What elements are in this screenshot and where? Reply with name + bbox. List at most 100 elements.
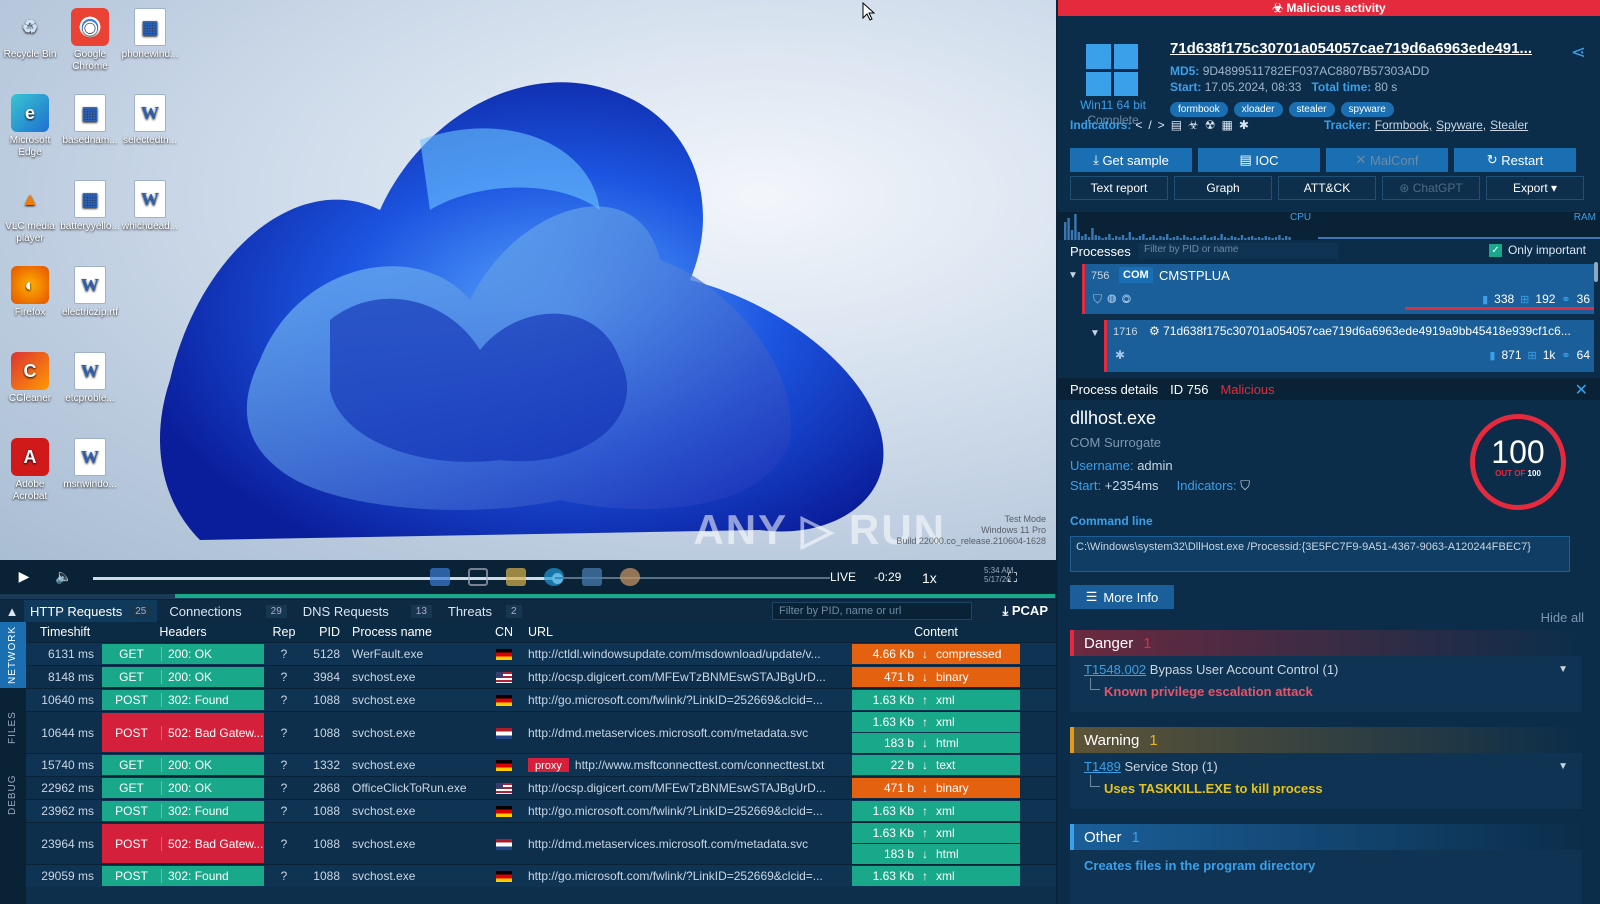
fullscreen-icon[interactable]: ⛶ — [1008, 570, 1017, 586]
desktop-icon[interactable]: ◐ Firefox — [0, 266, 60, 319]
tab-threats[interactable]: Threats 2 — [442, 600, 528, 622]
export-button[interactable]: Export ▾ — [1486, 176, 1584, 200]
http-filter-input[interactable]: Filter by PID, name or url — [772, 602, 972, 620]
desktop-icon[interactable]: Wselectedth... — [120, 94, 180, 147]
tracker-spyware[interactable]: Spyware, — [1436, 118, 1486, 132]
desktop-icon[interactable]: Welectriczip.rtf — [60, 266, 120, 319]
status-badge[interactable]: POST 302: Found — [102, 866, 264, 886]
side-tab-network[interactable]: NETWORK — [0, 622, 26, 688]
desktop-icon[interactable]: C CCleaner — [0, 352, 60, 405]
url-cell[interactable]: http://dmd.metaservices.microsoft.com/me… — [522, 837, 848, 851]
table-row[interactable]: 15740 ms GET 200: OK? 1332 svchost.exe proxy h… — [26, 753, 1056, 776]
content-badge[interactable]: 22 b ↓ text — [852, 755, 1020, 775]
status-badge[interactable]: GET 200: OK — [102, 644, 264, 664]
desktop-icon[interactable]: Wmsnwindo... — [60, 438, 120, 491]
table-row[interactable]: 10644 ms POST 502: Bad Gatew...? 1088 svchos… — [26, 711, 1056, 753]
ioc-button[interactable]: ▤ IOC — [1198, 148, 1320, 172]
desktop-icon[interactable]: ♻ Recycle Bin — [0, 8, 60, 61]
table-row[interactable]: 29059 ms POST 302: Found? 1088 svchost.exe ht… — [26, 864, 1056, 887]
url-cell[interactable]: http://dmd.metaservices.microsoft.com/me… — [522, 726, 848, 740]
content-badge[interactable]: 471 b ↓ binary — [852, 667, 1020, 687]
collapse-icon[interactable]: ▲ — [0, 600, 24, 622]
pcap-button[interactable]: ⤓ PCAP — [1003, 603, 1048, 619]
volume-icon[interactable]: 🔈 — [44, 568, 84, 585]
url-cell[interactable]: http://ctldl.windowsupdate.com/msdownloa… — [522, 647, 848, 661]
content-badge[interactable]: 4.66 Kb ↓ compressed — [852, 644, 1020, 664]
graph-button[interactable]: Graph — [1174, 176, 1272, 200]
status-badge[interactable]: GET 200: OK — [102, 667, 264, 687]
only-important-toggle[interactable]: ✓ Only important — [1488, 243, 1586, 257]
table-row[interactable]: 23964 ms POST 502: Bad Gatew...? 1088 svchos… — [26, 822, 1056, 864]
speed-button[interactable]: 1x — [922, 570, 937, 586]
tracker-formbook[interactable]: Formbook, — [1375, 118, 1432, 132]
more-info-button[interactable]: ☰ More Info — [1070, 585, 1174, 609]
warning-section-header[interactable]: Warning 1 — [1070, 727, 1582, 753]
status-badge[interactable]: POST 302: Found — [102, 690, 264, 710]
table-row[interactable]: 23962 ms POST 302: Found? 1088 svchost.exe ht… — [26, 799, 1056, 822]
sample-hash-link[interactable]: 71d638f175c30701a054057cae719d6a6963ede4… — [1170, 40, 1550, 57]
tag-xloader[interactable]: xloader — [1233, 102, 1283, 117]
process-scrollbar[interactable] — [1594, 262, 1598, 282]
content-badge[interactable]: 1.63 Kb ↑ xml — [852, 823, 1020, 843]
tag-formbook[interactable]: formbook — [1170, 102, 1228, 117]
table-row[interactable]: 8148 ms GET 200: OK? 3984 svchost.exe http://… — [26, 665, 1056, 688]
url-cell[interactable]: http://go.microsoft.com/fwlink/?LinkID=2… — [522, 693, 848, 707]
tab-http-requests[interactable]: HTTP Requests 25 — [24, 600, 158, 622]
status-badge[interactable]: POST 502: Bad Gatew... — [102, 824, 264, 863]
desktop-icon[interactable]: Wetcproble... — [60, 352, 120, 405]
desktop-icon[interactable]: ▦ batteryyello... — [60, 180, 120, 233]
content-badge[interactable]: 471 b ↓ binary — [852, 778, 1020, 798]
chatgpt-button[interactable]: ⊛ ChatGPT — [1382, 176, 1480, 200]
desktop-icon[interactable]: A Adobe Acrobat — [0, 438, 60, 503]
danger-section-header[interactable]: Danger 1 — [1070, 630, 1582, 656]
share-icon[interactable]: ⋖ — [1571, 42, 1586, 63]
close-icon[interactable]: ✕ — [1575, 380, 1588, 400]
danger-technique[interactable]: T1548.002 Bypass User Account Control (1… — [1084, 662, 1338, 677]
content-badge[interactable]: 1.63 Kb ↑ xml — [852, 866, 1020, 886]
content-badge[interactable]: 183 b ↓ html — [852, 733, 1020, 753]
desktop-icon[interactable]: Wwhichdead... — [120, 180, 180, 233]
tab-connections[interactable]: Connections 29 — [163, 600, 292, 622]
status-badge[interactable]: POST 302: Found — [102, 801, 264, 821]
process-row-1716[interactable]: 1716 ⚙ 71d638f175c30701a054057cae719d6a6… — [1104, 320, 1594, 372]
expand-icon-2[interactable]: ▼ — [1090, 328, 1100, 339]
play-icon[interactable]: ▶ — [4, 568, 44, 585]
chevron-down-icon-2[interactable]: ▼ — [1558, 761, 1568, 772]
desktop-icon[interactable]: ▲ VLC media player — [0, 180, 60, 245]
vm-desktop[interactable]: ♻ Recycle Bin ◉ Google Chrome ▦ phonewind... e… — [0, 0, 1056, 560]
content-badge[interactable]: 1.63 Kb ↑ xml — [852, 690, 1020, 710]
other-section-header[interactable]: Other 1 — [1070, 824, 1582, 850]
chevron-down-icon[interactable]: ▼ — [1558, 664, 1568, 675]
tag-stealer[interactable]: stealer — [1288, 102, 1335, 117]
desktop-icon[interactable]: e Microsoft Edge — [0, 94, 60, 159]
side-tab-files[interactable]: FILES — [0, 708, 26, 748]
desktop-icon[interactable]: ◉ Google Chrome — [60, 8, 120, 73]
desktop-icon[interactable]: ▦ basednam... — [60, 94, 120, 147]
live-label[interactable]: LIVE — [830, 570, 856, 584]
hide-all-link[interactable]: Hide all — [1541, 610, 1584, 625]
table-row[interactable]: 6131 ms GET 200: OK? 5128 WerFault.exe http:/… — [26, 642, 1056, 665]
get-sample-button[interactable]: ⤓ Get sample — [1070, 148, 1192, 172]
url-cell[interactable]: proxy http://www.msftconnecttest.com/conn… — [522, 758, 848, 772]
content-badge[interactable]: 1.63 Kb ↑ xml — [852, 801, 1020, 821]
tab-dns-requests[interactable]: DNS Requests 13 — [297, 600, 438, 622]
warning-technique[interactable]: T1489 Service Stop (1) — [1084, 759, 1218, 774]
content-badge[interactable]: 183 b ↓ html — [852, 844, 1020, 864]
restart-button[interactable]: ↻ Restart — [1454, 148, 1576, 172]
command-line-box[interactable]: C:\Windows\system32\DllHost.exe /Process… — [1070, 536, 1570, 572]
checkbox-icon[interactable]: ✓ — [1488, 243, 1502, 257]
process-row-756[interactable]: 756 COM CMSTPLUA ⛉◍◎ ▮ 338 ⊞ 192 ⚭ 36 — [1082, 264, 1594, 314]
process-filter-input[interactable]: Filter by PID or name — [1138, 243, 1338, 259]
status-badge[interactable]: POST 502: Bad Gatew... — [102, 713, 264, 752]
attck-button[interactable]: ATT&CK — [1278, 176, 1376, 200]
url-cell[interactable]: http://go.microsoft.com/fwlink/?LinkID=2… — [522, 804, 848, 818]
table-row[interactable]: 22962 ms GET 200: OK? 2868 OfficeClickToRun.… — [26, 776, 1056, 799]
url-cell[interactable]: http://ocsp.digicert.com/MFEwTzBNMEswSTA… — [522, 670, 848, 684]
status-badge[interactable]: GET 200: OK — [102, 755, 264, 775]
text-report-button[interactable]: Text report — [1070, 176, 1168, 200]
tracker-stealer[interactable]: Stealer — [1490, 118, 1528, 132]
tag-spyware[interactable]: spyware — [1340, 102, 1394, 117]
url-cell[interactable]: http://go.microsoft.com/fwlink/?LinkID=2… — [522, 869, 848, 883]
table-row[interactable]: 10640 ms POST 302: Found? 1088 svchost.exe ht… — [26, 688, 1056, 711]
malconf-button[interactable]: ✕ MalConf — [1326, 148, 1448, 172]
